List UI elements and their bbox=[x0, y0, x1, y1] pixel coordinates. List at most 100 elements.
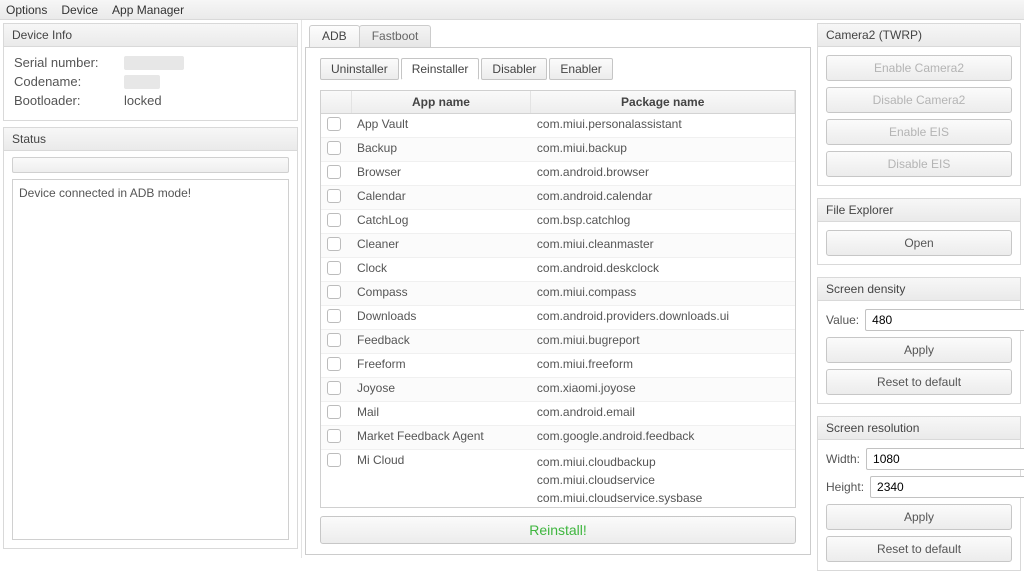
package-name-cell: com.miui.cleanmaster bbox=[531, 234, 795, 258]
row-checkbox[interactable] bbox=[327, 429, 341, 443]
menu-device[interactable]: Device bbox=[61, 3, 98, 17]
package-name-cell: com.google.android.feedback bbox=[531, 426, 795, 450]
col-pkgname[interactable]: Package name bbox=[531, 91, 795, 114]
enable-camera2-button[interactable]: Enable Camera2 bbox=[826, 55, 1012, 81]
menu-app-manager[interactable]: App Manager bbox=[112, 3, 184, 17]
resolution-title: Screen resolution bbox=[818, 417, 1020, 440]
table-row[interactable]: Mailcom.android.email bbox=[321, 402, 795, 426]
row-checkbox[interactable] bbox=[327, 357, 341, 371]
resolution-width-label: Width: bbox=[826, 452, 860, 466]
tab-enabler[interactable]: Enabler bbox=[549, 58, 612, 80]
table-row[interactable]: Downloadscom.android.providers.downloads… bbox=[321, 306, 795, 330]
table-row[interactable]: Joyosecom.xiaomi.joyose bbox=[321, 378, 795, 402]
codename-label: Codename: bbox=[14, 74, 124, 89]
table-row[interactable]: Freeformcom.miui.freeform bbox=[321, 354, 795, 378]
package-name-cell: com.xiaomi.joyose bbox=[531, 378, 795, 402]
resolution-width-input[interactable] bbox=[866, 448, 1024, 470]
tab-disabler[interactable]: Disabler bbox=[481, 58, 547, 80]
table-row[interactable]: Calendarcom.android.calendar bbox=[321, 186, 795, 210]
bootloader-label: Bootloader: bbox=[14, 93, 124, 108]
app-name-cell: Freeform bbox=[351, 354, 531, 378]
row-checkbox[interactable] bbox=[327, 453, 341, 467]
table-row[interactable]: CatchLogcom.bsp.catchlog bbox=[321, 210, 795, 234]
app-name-cell: App Vault bbox=[351, 114, 531, 138]
density-value-input[interactable] bbox=[865, 309, 1024, 331]
row-checkbox[interactable] bbox=[327, 237, 341, 251]
enable-eis-button[interactable]: Enable EIS bbox=[826, 119, 1012, 145]
package-name-cell: com.miui.bugreport bbox=[531, 330, 795, 354]
main-tabstrip: ADB Fastboot bbox=[305, 23, 811, 47]
col-appname[interactable]: App name bbox=[351, 91, 531, 114]
row-checkbox[interactable] bbox=[327, 333, 341, 347]
app-name-cell: Joyose bbox=[351, 378, 531, 402]
app-name-cell: Calendar bbox=[351, 186, 531, 210]
status-title: Status bbox=[4, 128, 297, 151]
row-checkbox[interactable] bbox=[327, 189, 341, 203]
resolution-height-input[interactable] bbox=[870, 476, 1024, 498]
density-apply-button[interactable]: Apply bbox=[826, 337, 1012, 363]
row-checkbox[interactable] bbox=[327, 261, 341, 275]
device-info-panel: Device Info Serial number: Codename: Boo… bbox=[3, 23, 298, 121]
row-checkbox[interactable] bbox=[327, 309, 341, 323]
row-checkbox[interactable] bbox=[327, 165, 341, 179]
device-info-title: Device Info bbox=[4, 24, 297, 47]
open-explorer-button[interactable]: Open bbox=[826, 230, 1012, 256]
col-checkbox bbox=[321, 91, 351, 114]
tab-uninstaller[interactable]: Uninstaller bbox=[320, 58, 399, 80]
status-log: Device connected in ADB mode! bbox=[12, 179, 289, 540]
package-name-cell: com.android.email bbox=[531, 402, 795, 426]
row-checkbox[interactable] bbox=[327, 213, 341, 227]
row-checkbox[interactable] bbox=[327, 141, 341, 155]
table-row[interactable]: Compasscom.miui.compass bbox=[321, 282, 795, 306]
table-row[interactable]: Feedbackcom.miui.bugreport bbox=[321, 330, 795, 354]
resolution-panel: Screen resolution Width: px Height: px A… bbox=[817, 416, 1021, 571]
table-row[interactable]: Mi Cloudcom.miui.cloudbackupcom.miui.clo… bbox=[321, 450, 795, 509]
file-explorer-panel: File Explorer Open bbox=[817, 198, 1021, 265]
menubar: Options Device App Manager bbox=[0, 0, 1024, 20]
density-panel: Screen density Value: dpi Apply Reset to… bbox=[817, 277, 1021, 404]
app-name-cell: Market Feedback Agent bbox=[351, 426, 531, 450]
disable-eis-button[interactable]: Disable EIS bbox=[826, 151, 1012, 177]
table-row[interactable]: Clockcom.android.deskclock bbox=[321, 258, 795, 282]
package-name-cell: com.android.browser bbox=[531, 162, 795, 186]
table-row[interactable]: Browsercom.android.browser bbox=[321, 162, 795, 186]
table-row[interactable]: Cleanercom.miui.cleanmaster bbox=[321, 234, 795, 258]
camera2-panel: Camera2 (TWRP) Enable Camera2 Disable Ca… bbox=[817, 23, 1021, 186]
package-name-cell: com.miui.cloudbackupcom.miui.cloudservic… bbox=[531, 450, 795, 509]
app-name-cell: Feedback bbox=[351, 330, 531, 354]
density-reset-button[interactable]: Reset to default bbox=[826, 369, 1012, 395]
row-checkbox[interactable] bbox=[327, 405, 341, 419]
resolution-reset-button[interactable]: Reset to default bbox=[826, 536, 1012, 562]
table-row[interactable]: Market Feedback Agentcom.google.android.… bbox=[321, 426, 795, 450]
app-table-wrapper[interactable]: App name Package name App Vaultcom.miui.… bbox=[320, 90, 796, 508]
package-name-cell: com.miui.freeform bbox=[531, 354, 795, 378]
resolution-apply-button[interactable]: Apply bbox=[826, 504, 1012, 530]
bootloader-value: locked bbox=[124, 93, 162, 108]
row-checkbox[interactable] bbox=[327, 285, 341, 299]
tab-adb[interactable]: ADB bbox=[309, 25, 360, 47]
tab-fastboot[interactable]: Fastboot bbox=[359, 25, 432, 47]
package-name-cell: com.android.calendar bbox=[531, 186, 795, 210]
row-checkbox[interactable] bbox=[327, 117, 341, 131]
disable-camera2-button[interactable]: Disable Camera2 bbox=[826, 87, 1012, 113]
tab-reinstaller[interactable]: Reinstaller bbox=[401, 58, 480, 80]
table-row[interactable]: Backupcom.miui.backup bbox=[321, 138, 795, 162]
package-name-cell: com.miui.compass bbox=[531, 282, 795, 306]
resolution-height-label: Height: bbox=[826, 480, 864, 494]
serial-label: Serial number: bbox=[14, 55, 124, 70]
app-name-cell: Browser bbox=[351, 162, 531, 186]
app-table: App name Package name App Vaultcom.miui.… bbox=[321, 91, 795, 508]
app-name-cell: CatchLog bbox=[351, 210, 531, 234]
inner-tabstrip: Uninstaller Reinstaller Disabler Enabler bbox=[320, 58, 796, 80]
table-row[interactable]: App Vaultcom.miui.personalassistant bbox=[321, 114, 795, 138]
status-panel: Status Device connected in ADB mode! bbox=[3, 127, 298, 549]
progress-bar bbox=[12, 157, 289, 173]
app-name-cell: Compass bbox=[351, 282, 531, 306]
reinstall-button[interactable]: Reinstall! bbox=[320, 516, 796, 544]
app-name-cell: Mail bbox=[351, 402, 531, 426]
package-name-cell: com.miui.personalassistant bbox=[531, 114, 795, 138]
row-checkbox[interactable] bbox=[327, 381, 341, 395]
app-name-cell: Backup bbox=[351, 138, 531, 162]
menu-options[interactable]: Options bbox=[6, 3, 47, 17]
codename-value bbox=[124, 75, 160, 89]
